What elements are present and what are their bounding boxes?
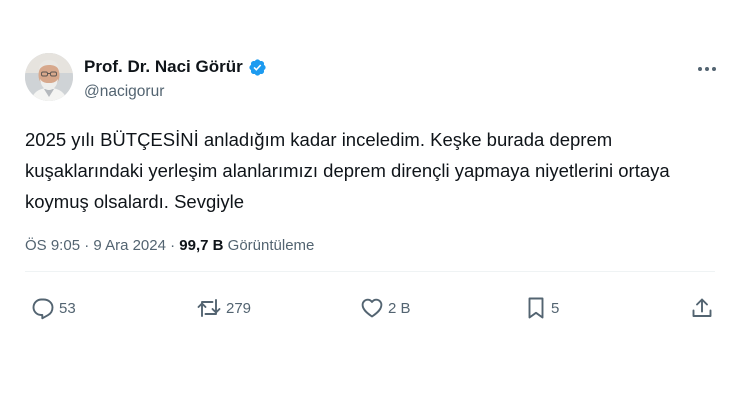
action-bar: 53 279 2 B 5: [0, 296, 730, 326]
more-dots-icon: [698, 67, 716, 71]
meta-separator: ·: [84, 237, 90, 254]
author-name[interactable]: Prof. Dr. Naci Görür: [84, 57, 243, 77]
avatar[interactable]: [25, 53, 73, 101]
divider: [25, 271, 715, 272]
share-icon: [692, 298, 712, 317]
meta-separator: ·: [170, 237, 176, 254]
repost-count: 279: [226, 299, 252, 317]
avatar-image: [25, 53, 73, 101]
bookmark-button[interactable]: 5: [525, 296, 559, 320]
author-handle[interactable]: @nacigorur: [84, 83, 164, 101]
reply-icon: [32, 298, 54, 320]
more-options-button[interactable]: [694, 60, 720, 78]
tweet-date[interactable]: 9 Ara 2024: [93, 237, 166, 254]
author-name-row: Prof. Dr. Naci Görür: [84, 57, 267, 77]
tweet-time[interactable]: ÖS 9:05: [25, 237, 80, 254]
heart-icon: [361, 298, 383, 318]
repost-button[interactable]: 279: [196, 296, 251, 320]
tweet-card: Prof. Dr. Naci Görür @nacigorur 2025 yıl…: [0, 0, 730, 420]
views-label: Görüntüleme: [227, 237, 315, 254]
bookmark-icon: [528, 297, 544, 319]
verified-badge-icon[interactable]: [248, 58, 267, 77]
tweet-meta: ÖS 9:05 · 9 Ara 2024 · 99,7 B Görüntülem…: [25, 237, 314, 254]
tweet-text: 2025 yılı BÜTÇESİNİ anladığım kadar ince…: [25, 129, 670, 212]
bookmark-count: 5: [551, 299, 560, 317]
reply-count: 53: [59, 299, 76, 317]
like-count: 2 B: [388, 299, 411, 317]
repost-icon: [197, 299, 221, 317]
views-count[interactable]: 99,7 B: [179, 237, 223, 254]
reply-button[interactable]: 53: [31, 296, 76, 320]
like-button[interactable]: 2 B: [360, 296, 411, 320]
share-button[interactable]: [690, 296, 714, 320]
